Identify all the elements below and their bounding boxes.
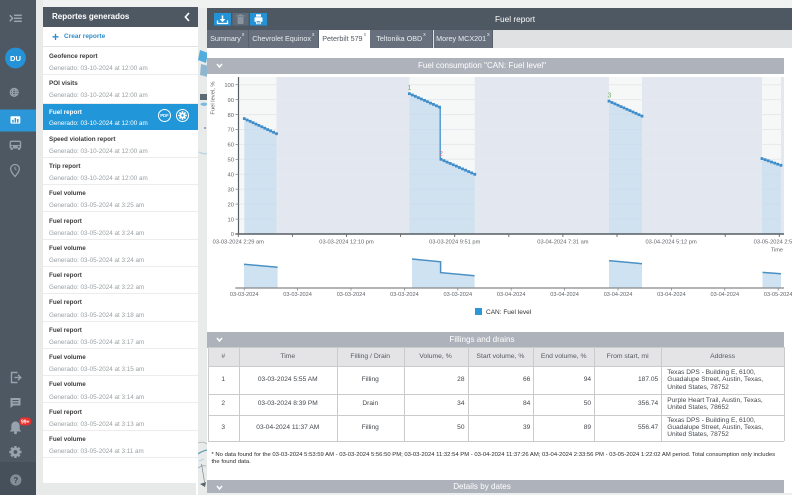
svg-text:03-03-2024 2:29 am: 03-03-2024 2:29 am xyxy=(213,239,264,245)
svg-text:2: 2 xyxy=(439,151,443,158)
svg-text:03-03-2024: 03-03-2024 xyxy=(337,292,366,298)
svg-text:03-03-2024: 03-03-2024 xyxy=(230,292,259,298)
svg-text:90: 90 xyxy=(228,98,234,104)
svg-text:Time: Time xyxy=(771,248,783,254)
svg-text:03-04-2024: 03-04-2024 xyxy=(657,292,686,298)
svg-text:03-03-2024 9:51 pm: 03-03-2024 9:51 pm xyxy=(429,239,480,245)
svg-text:03-04-2024 7:31 am: 03-04-2024 7:31 am xyxy=(537,239,588,245)
svg-text:03-04-2024 5:12 pm: 03-04-2024 5:12 pm xyxy=(645,239,696,245)
svg-text:03-03-2024 12:10 pm: 03-03-2024 12:10 pm xyxy=(319,239,374,245)
svg-text:80: 80 xyxy=(228,113,234,119)
svg-text:03-05-2024: 03-05-2024 xyxy=(764,292,792,298)
svg-text:DU: DU xyxy=(10,54,21,63)
svg-text:03-04-2024: 03-04-2024 xyxy=(497,292,526,298)
svg-text:50: 50 xyxy=(228,158,234,164)
svg-text:100: 100 xyxy=(224,83,234,89)
svg-text:10: 10 xyxy=(228,217,234,223)
svg-text:70: 70 xyxy=(228,128,234,134)
svg-text:03-03-2024: 03-03-2024 xyxy=(283,292,312,298)
svg-text:Fuel level, %: Fuel level, % xyxy=(211,81,217,114)
svg-text:03-04-2024: 03-04-2024 xyxy=(710,292,739,298)
svg-text:03-03-2024: 03-03-2024 xyxy=(390,292,419,298)
svg-text:CAN: Fuel level: CAN: Fuel level xyxy=(486,309,532,316)
svg-text:?: ? xyxy=(13,476,18,485)
svg-text:3: 3 xyxy=(608,93,612,100)
svg-text:1: 1 xyxy=(408,85,412,92)
svg-text:03-04-2024: 03-04-2024 xyxy=(550,292,579,298)
svg-text:03-03-2024: 03-03-2024 xyxy=(443,292,472,298)
svg-text:03-05-2024 2:53 am: 03-05-2024 2:53 am xyxy=(754,239,792,245)
svg-text:30: 30 xyxy=(228,187,234,193)
svg-text:40: 40 xyxy=(228,173,234,179)
svg-text:03-04-2024: 03-04-2024 xyxy=(604,292,633,298)
svg-text:0: 0 xyxy=(231,232,234,238)
svg-text:20: 20 xyxy=(228,202,234,208)
svg-text:99+: 99+ xyxy=(21,419,30,425)
svg-text:60: 60 xyxy=(228,143,234,149)
